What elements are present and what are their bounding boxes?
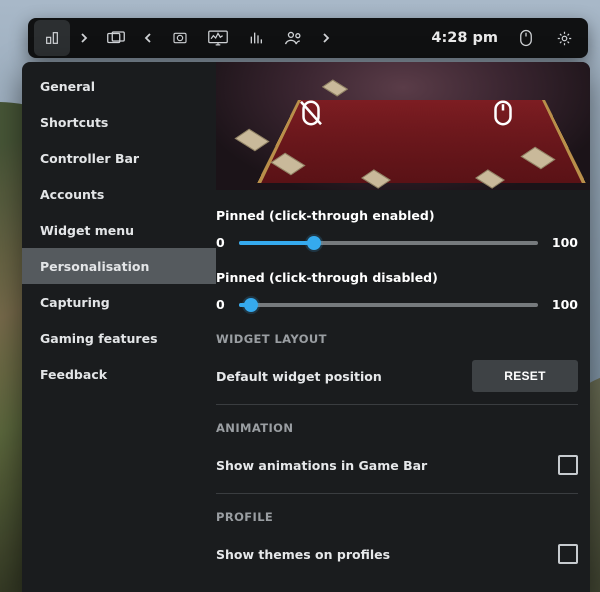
widget-layout-title: WIDGET LAYOUT: [216, 332, 578, 346]
chevron-right-icon[interactable]: [72, 20, 96, 56]
game-bar-toolbar: 4:28 pm: [28, 18, 588, 58]
sidebar-item-label: Feedback: [40, 367, 107, 382]
audio-icon-button[interactable]: [238, 20, 274, 56]
home-icon-button[interactable]: [34, 20, 70, 56]
default-widget-position-label: Default widget position: [216, 369, 382, 384]
slider-track[interactable]: [239, 303, 538, 307]
show-animations-checkbox[interactable]: [558, 455, 578, 475]
sidebar-item-label: Capturing: [40, 295, 110, 310]
animation-title: ANIMATION: [216, 421, 578, 435]
divider: [216, 404, 578, 405]
settings-sidebar: General Shortcuts Controller Bar Account…: [22, 62, 216, 592]
mouse-icon-button[interactable]: [508, 20, 544, 56]
slider-min: 0: [216, 235, 225, 250]
sidebar-item-controller-bar[interactable]: Controller Bar: [22, 140, 216, 176]
slider-thumb[interactable]: [307, 236, 321, 250]
show-themes-checkbox[interactable]: [558, 544, 578, 564]
chevron-left-icon[interactable]: [136, 20, 160, 56]
opacity-disabled-label: Pinned (click-through disabled): [216, 270, 578, 285]
sidebar-item-widget-menu[interactable]: Widget menu: [22, 212, 216, 248]
sidebar-item-shortcuts[interactable]: Shortcuts: [22, 104, 216, 140]
sidebar-item-general[interactable]: General: [22, 68, 216, 104]
sidebar-item-label: Widget menu: [40, 223, 134, 238]
sidebar-item-label: Controller Bar: [40, 151, 139, 166]
profile-title: PROFILE: [216, 510, 578, 524]
widgets-icon-button[interactable]: [98, 20, 134, 56]
performance-icon-button[interactable]: [200, 20, 236, 56]
opacity-enabled-slider[interactable]: 0 100: [216, 235, 578, 250]
slider-max: 100: [552, 297, 578, 312]
slider-min: 0: [216, 297, 225, 312]
reset-button[interactable]: RESET: [472, 360, 578, 392]
slider-track[interactable]: [239, 241, 538, 245]
settings-gear-icon-button[interactable]: [546, 20, 582, 56]
settings-content: Pinned (click-through enabled) 0 100 Pin…: [216, 62, 590, 592]
sidebar-item-feedback[interactable]: Feedback: [22, 356, 216, 392]
divider: [216, 493, 578, 494]
sidebar-item-label: Accounts: [40, 187, 104, 202]
sidebar-item-gaming-features[interactable]: Gaming features: [22, 320, 216, 356]
sidebar-item-label: Gaming features: [40, 331, 158, 346]
opacity-disabled-slider[interactable]: 0 100: [216, 297, 578, 312]
sidebar-item-label: General: [40, 79, 95, 94]
mouse-enabled-icon: [488, 98, 518, 128]
slider-max: 100: [552, 235, 578, 250]
clock: 4:28 pm: [423, 30, 506, 46]
slider-thumb[interactable]: [244, 298, 258, 312]
sidebar-item-label: Shortcuts: [40, 115, 108, 130]
show-themes-label: Show themes on profiles: [216, 547, 390, 562]
sidebar-item-accounts[interactable]: Accounts: [22, 176, 216, 212]
show-animations-label: Show animations in Game Bar: [216, 458, 427, 473]
chevron-right-icon[interactable]: [314, 20, 338, 56]
sidebar-item-capturing[interactable]: Capturing: [22, 284, 216, 320]
widget-preview-image: [216, 62, 590, 190]
settings-panel: General Shortcuts Controller Bar Account…: [22, 62, 590, 592]
xbox-social-icon-button[interactable]: [276, 20, 312, 56]
mouse-disabled-icon: [296, 98, 326, 128]
sidebar-item-personalisation[interactable]: Personalisation: [22, 248, 216, 284]
capture-icon-button[interactable]: [162, 20, 198, 56]
opacity-enabled-label: Pinned (click-through enabled): [216, 208, 578, 223]
sidebar-item-label: Personalisation: [40, 259, 149, 274]
